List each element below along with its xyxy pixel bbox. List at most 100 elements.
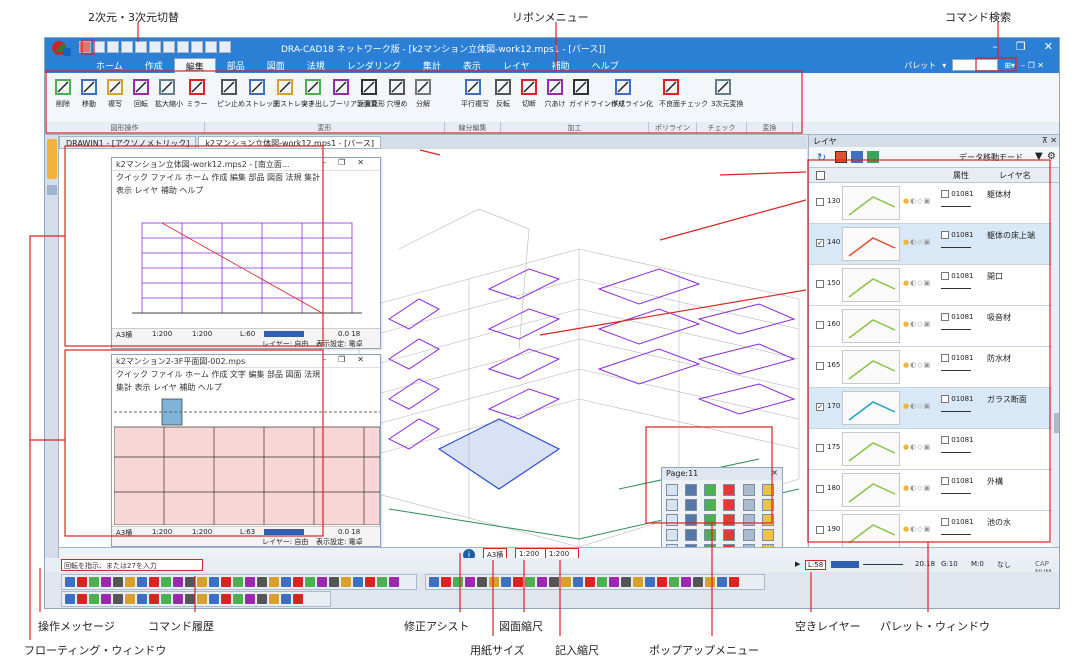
history-command-icon[interactable] [257,594,267,604]
popup-tool-icon[interactable] [742,514,755,526]
subwin2-scale1[interactable]: 1:200 [152,528,172,536]
subwin1-controls[interactable]: –❐✕ [322,158,376,167]
popup-tool-icon[interactable] [666,499,678,511]
qat-2d3d-switch-icon[interactable] [79,41,91,53]
command-tool-icon[interactable] [585,577,595,587]
history-command-icon[interactable] [233,594,243,604]
subwin1-menu-1[interactable]: クイック ファイル ホーム 作成 編集 部品 図面 法規 集計 [112,171,380,184]
command-tool-icon[interactable] [429,577,439,587]
ribbon-button-17[interactable]: 穴あけ [543,77,567,109]
subwin1-menu-2[interactable]: 表示 レイヤ 補助 ヘルプ [112,184,380,197]
layer-state-icons[interactable]: ●◐◇▣ [903,197,931,205]
menu-4[interactable]: 図面 [256,58,296,73]
layer-visibility-checkbox[interactable] [816,321,824,329]
command-tool-icon[interactable] [161,577,171,587]
ribbon-button-8[interactable]: 図ストレッチ [273,77,315,109]
history-command-icon[interactable] [113,594,123,604]
popup-tool-icon[interactable] [723,499,736,511]
layer-attr-checkbox[interactable] [941,518,949,526]
ribbon-button-7[interactable]: ストレッチ [245,77,280,109]
filter-icon[interactable]: ▼ [1035,151,1043,162]
layer-arrow-icon[interactable]: ▶ [795,560,800,568]
ribbon-button-20[interactable]: 不良面チェック [659,77,708,109]
command-tool-icon[interactable] [233,577,243,587]
qat-print-icon[interactable] [135,41,147,53]
popup-tool-icon[interactable] [742,529,755,541]
mode-readout[interactable]: M:0 [971,560,984,568]
command-tool-icon[interactable] [657,577,667,587]
layer-attr-checkbox[interactable] [941,477,949,485]
command-tool-icon[interactable] [257,577,267,587]
gear-icon[interactable]: ⚙ [1047,151,1056,162]
command-tool-icon[interactable] [549,577,559,587]
subwin1-layer[interactable]: L:60 [240,330,255,338]
command-tool-icon[interactable] [573,577,583,587]
popup-tool-icon[interactable] [704,529,717,541]
qat-save-icon[interactable] [121,41,133,53]
command-tool-icon[interactable] [465,577,475,587]
layer-panel-pin-close-icon[interactable]: ⊼ ✕ [1042,136,1057,145]
command-tool-icon[interactable] [269,577,279,587]
popup-tool-icon[interactable] [685,484,698,496]
popup-tool-icon[interactable] [761,514,774,526]
maximize-icon[interactable]: ❐ [1016,40,1026,53]
command-tool-icon[interactable] [89,577,99,587]
layer-scrollbar[interactable] [1052,183,1059,551]
subwin2-menu-1[interactable]: クイック ファイル ホーム 作成 文字 編集 部品 図面 法規 [112,368,380,381]
history-command-icon[interactable] [197,594,207,604]
popup-tool-icon[interactable] [666,514,678,526]
layer-state-icons[interactable]: ●◐◇▣ [903,279,931,287]
menu-11[interactable]: ヘルプ [581,58,630,73]
layer-visibility-checkbox[interactable] [816,526,824,534]
menu-8[interactable]: 表示 [452,58,492,73]
ribbon-button-11[interactable]: 面面変形 [357,77,385,109]
ribbon-button-16[interactable]: 切断 [517,77,541,109]
command-tool-icon[interactable] [305,577,315,587]
popup-tool-icon[interactable] [685,514,698,526]
menu-3[interactable]: 部品 [216,58,256,73]
history-command-icon[interactable] [185,594,195,604]
command-tool-icon[interactable] [717,577,727,587]
command-tool-icon[interactable] [597,577,607,587]
drawing-canvas[interactable]: k2マンション立体図-work12.mps2 - [南立面... –❐✕ クイッ… [59,149,807,547]
popup-tool-icon[interactable] [742,499,755,511]
qat-zoom-icon[interactable] [177,41,189,53]
command-tool-icon[interactable] [477,577,487,587]
dock-tab-icon[interactable] [47,139,57,179]
command-tool-icon[interactable] [389,577,399,587]
layer-state-icons[interactable]: ●◐◇▣ [903,361,931,369]
menu-2[interactable]: 編集 [173,58,216,73]
command-tool-icon[interactable] [729,577,739,587]
menu-1[interactable]: 作成 [134,58,174,73]
tab-drawing1[interactable]: DRAWIN1 - [アクソノメトリック] [59,136,197,149]
command-tool-icon[interactable] [441,577,451,587]
history-command-icon[interactable] [245,594,255,604]
dock-pin-icon[interactable] [47,185,57,195]
history-command-icon[interactable] [149,594,159,604]
ribbon-button-18[interactable]: ガイドライン作成 [569,77,625,109]
data-move-mode[interactable]: データ移動モード [959,152,1023,163]
tab-k2-perspective[interactable]: k2マンション立体図-work12.mps1 - [パース] [198,136,381,149]
layer-row[interactable]: ✓ 140 ●◐◇▣ 01081 躯体の床上端 [809,224,1052,265]
qat-grid-icon[interactable] [191,41,203,53]
popup-tool-icon[interactable] [704,514,717,526]
command-tool-icon[interactable] [705,577,715,587]
command-tool-icon[interactable] [245,577,255,587]
subwin2-menu-2[interactable]: 集計 表示 レイヤ 補助 ヘルプ [112,381,380,394]
qat-redo-icon[interactable] [163,41,175,53]
history-command-icon[interactable] [137,594,147,604]
command-tool-icon[interactable] [525,577,535,587]
history-command-icon[interactable] [161,594,171,604]
history-command-icon[interactable] [125,594,135,604]
history-command-icon[interactable] [281,594,291,604]
ribbon-button-13[interactable]: 分解 [411,77,435,109]
layer-attr-checkbox[interactable] [941,190,949,198]
layer-state-icons[interactable]: ●◐◇▣ [903,484,931,492]
qat-new-icon[interactable] [93,41,105,53]
command-tool-icon[interactable] [377,577,387,587]
history-command-icon[interactable] [173,594,183,604]
command-tool-icon[interactable] [633,577,643,587]
layer-row[interactable]: ✓ 170 ●◐◇▣ 01081 ガラス断面 [809,388,1052,429]
floating-window-plan[interactable]: k2マンション2-3F平面図-002.mps –❐✕ クイック ファイル ホーム… [111,354,381,547]
command-search-icon[interactable]: ⊞▾ [1004,61,1015,70]
